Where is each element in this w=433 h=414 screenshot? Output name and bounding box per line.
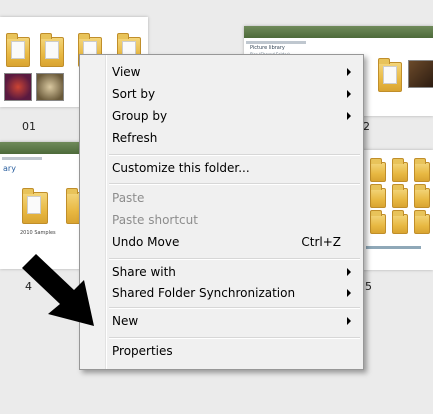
folder-icon (40, 33, 64, 67)
pointer-arrow-icon (22, 254, 94, 326)
photo-thumbnail-icon (36, 73, 64, 101)
photo-thumbnail-icon (408, 60, 433, 88)
menu-separator (109, 337, 360, 339)
thumbnail-label-01: 01 (22, 120, 36, 133)
folder-icon (378, 58, 402, 92)
folder-icon (414, 210, 430, 234)
menu-item-share-with[interactable]: Share with (112, 262, 357, 282)
menu-item-label: Customize this folder... (112, 161, 250, 175)
menu-item-label: Group by (112, 109, 168, 123)
menu-item-customize-folder[interactable]: Customize this folder... (112, 158, 357, 178)
thumbnail-label-5: 5 (365, 280, 372, 293)
menu-item-label: Sort by (112, 87, 156, 101)
menu-separator (109, 154, 360, 156)
menu-item-label: Properties (112, 344, 173, 358)
window-titlebar (244, 26, 433, 38)
photo-thumbnail-icon (4, 73, 32, 101)
folder-icon (370, 184, 386, 208)
menu-item-label: Paste shortcut (112, 213, 198, 227)
details-pane-line (366, 246, 421, 249)
menu-item-properties[interactable]: Properties (112, 341, 357, 361)
menu-item-label: View (112, 65, 141, 79)
folder-icon (414, 158, 430, 182)
window-title: ary (3, 164, 16, 173)
menu-item-shared-folder-sync[interactable]: Shared Folder Synchronization (112, 283, 357, 303)
folder-icon (370, 210, 386, 234)
submenu-arrow-icon (347, 317, 351, 325)
menu-item-refresh[interactable]: Refresh (112, 128, 357, 148)
submenu-arrow-icon (347, 112, 351, 120)
folder-icon (392, 210, 408, 234)
folder-icon (414, 184, 430, 208)
folder-caption: 2010 Samples (20, 230, 56, 236)
window-titlebar (0, 142, 86, 154)
menu-item-undo-move[interactable]: Undo Move Ctrl+Z (112, 232, 357, 252)
menu-item-label: Paste (112, 191, 145, 205)
menu-separator (109, 307, 360, 309)
menu-item-paste: Paste (112, 188, 357, 208)
menu-item-paste-shortcut: Paste shortcut (112, 210, 357, 230)
toolbar-line (246, 41, 306, 44)
menu-separator (109, 258, 360, 260)
submenu-arrow-icon (347, 90, 351, 98)
menu-item-label: Share with (112, 265, 176, 279)
submenu-arrow-icon (347, 268, 351, 276)
folder-icon (6, 33, 30, 67)
folder-icon (392, 184, 408, 208)
thumbnail-label-2: 2 (363, 120, 370, 133)
window-title: Picture library (250, 45, 285, 51)
thumbnail-window-5[interactable] (352, 150, 433, 270)
context-menu: View Sort by Group by Refresh Customize … (79, 54, 364, 370)
menu-item-label: Refresh (112, 131, 158, 145)
menu-item-group-by[interactable]: Group by (112, 106, 357, 126)
menu-item-label: Undo Move (112, 235, 180, 249)
toolbar-line (2, 157, 42, 160)
folder-icon (370, 158, 386, 182)
menu-item-sort-by[interactable]: Sort by (112, 84, 357, 104)
folder-icon (22, 188, 48, 224)
menu-item-view[interactable]: View (112, 62, 357, 82)
submenu-arrow-icon (347, 289, 351, 297)
menu-separator (109, 183, 360, 185)
menu-item-label: New (112, 314, 139, 328)
menu-item-new[interactable]: New (112, 311, 357, 331)
menu-item-label: Shared Folder Synchronization (112, 286, 296, 300)
folder-icon (392, 158, 408, 182)
menu-item-shortcut: Ctrl+Z (301, 235, 341, 249)
submenu-arrow-icon (347, 68, 351, 76)
